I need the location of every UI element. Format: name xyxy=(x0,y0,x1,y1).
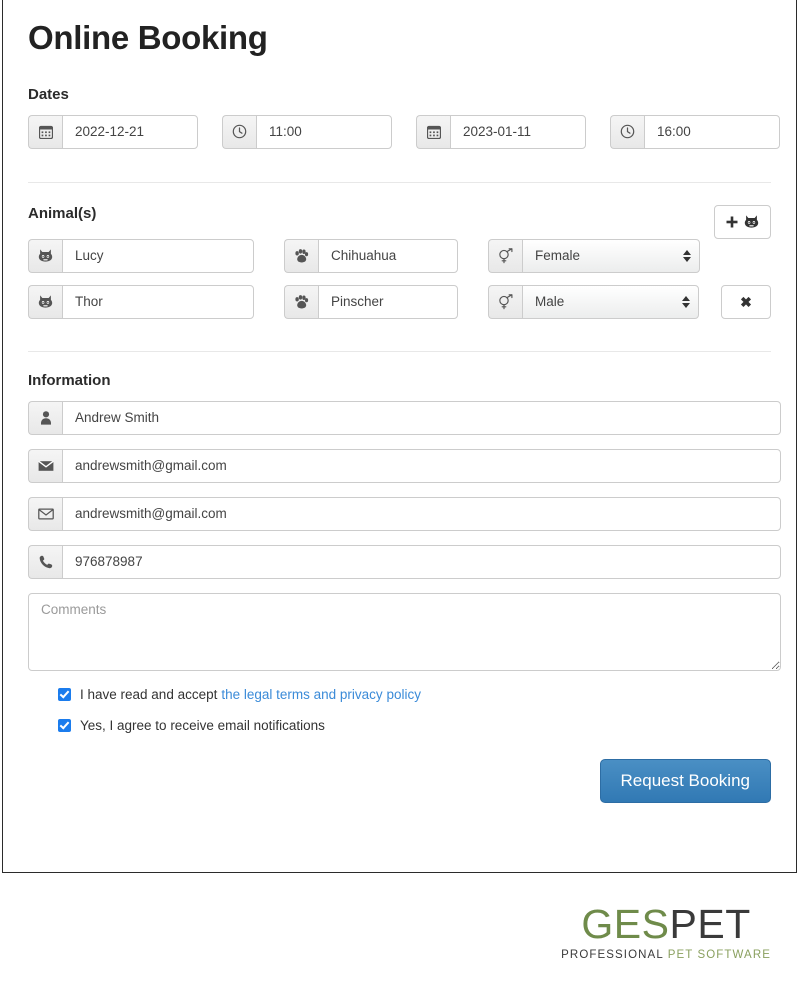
animals-header: Animal(s) xyxy=(28,204,771,239)
animal-name-group xyxy=(28,284,254,319)
booking-card: Online Booking Dates 2022-12-21 11:00 20… xyxy=(2,0,797,873)
start-time-group xyxy=(222,114,392,149)
phone-icon xyxy=(28,544,62,579)
customer-name-input[interactable] xyxy=(62,400,781,435)
logo-pet-text: PET xyxy=(669,900,751,947)
start-date-group xyxy=(28,114,198,149)
logo-tagline-professional: PROFESSIONAL xyxy=(561,948,664,961)
animal-gender-value: Male xyxy=(535,294,565,310)
request-booking-button[interactable]: Request Booking xyxy=(599,758,771,803)
email-notifications-label: Yes, I agree to receive email notificati… xyxy=(80,717,325,733)
end-time-group xyxy=(610,114,780,149)
envelope-filled-icon xyxy=(28,448,62,483)
calendar-icon xyxy=(28,114,62,149)
email-notifications-checkbox[interactable] xyxy=(58,718,71,732)
animal-rows: Female xyxy=(28,238,771,319)
submit-row: Request Booking xyxy=(28,733,771,803)
email-row xyxy=(28,448,781,483)
email-notifications-checkbox-row: Yes, I agree to receive email notificati… xyxy=(58,718,771,733)
calendar-icon xyxy=(416,114,450,149)
animal-breed-group xyxy=(284,284,458,319)
pet-face-icon xyxy=(28,284,62,319)
phone-row xyxy=(28,544,781,579)
email-confirm-group xyxy=(28,496,781,531)
logo-ges-text: GES xyxy=(581,900,670,947)
end-date-group xyxy=(416,114,586,149)
remove-animal-button[interactable]: ✖ xyxy=(721,284,771,319)
animal-breed-input[interactable] xyxy=(318,284,458,319)
legal-terms-checkbox-row: I have read and accept the legal terms a… xyxy=(58,687,771,702)
start-date-input[interactable] xyxy=(62,114,198,149)
envelope-outline-icon xyxy=(28,496,62,531)
customer-name-row xyxy=(28,400,781,435)
dates-section-label: Dates xyxy=(28,85,69,103)
clock-icon xyxy=(610,114,644,149)
information-section-label: Information xyxy=(28,371,111,389)
pet-face-icon xyxy=(28,238,62,273)
animal-breed-group xyxy=(284,238,458,273)
end-date-input[interactable] xyxy=(450,114,586,149)
clock-icon xyxy=(222,114,256,149)
spinner-arrows-icon xyxy=(682,295,690,308)
page-title: Online Booking xyxy=(28,19,268,56)
email-input[interactable] xyxy=(62,448,781,483)
animal-gender-group: Female xyxy=(488,238,700,273)
logo-tagline-petsoftware: PET SOFTWARE xyxy=(667,948,771,961)
legal-terms-link[interactable]: the legal terms and privacy policy xyxy=(221,687,421,702)
animal-name-input[interactable] xyxy=(62,238,254,273)
end-time-input[interactable] xyxy=(644,114,780,149)
animal-gender-value: Female xyxy=(535,248,581,264)
plus-icon xyxy=(726,216,738,228)
email-confirm-row xyxy=(28,496,781,531)
animal-gender-select[interactable]: Female xyxy=(522,238,700,273)
animal-gender-select[interactable]: Male xyxy=(522,284,699,319)
animal-gender-group: Male xyxy=(488,284,699,319)
paw-icon xyxy=(284,284,318,319)
spinner-arrows-icon xyxy=(682,249,691,262)
animal-breed-input[interactable] xyxy=(318,238,458,273)
booking-form: Online Booking Dates 2022-12-21 11:00 20… xyxy=(3,0,796,803)
phone-group xyxy=(28,544,781,579)
email-group xyxy=(28,448,781,483)
user-icon xyxy=(28,400,62,435)
close-icon: ✖ xyxy=(740,293,752,310)
animal-name-input[interactable] xyxy=(62,284,254,319)
logo-tagline: PROFESSIONAL PET SOFTWARE xyxy=(561,948,771,962)
venus-mars-icon xyxy=(488,238,522,273)
logo-wordmark: GESPET xyxy=(561,900,771,947)
start-time-input[interactable] xyxy=(256,114,392,149)
legal-terms-checkbox[interactable] xyxy=(58,687,71,701)
animal-row: Female xyxy=(28,238,771,273)
dates-row xyxy=(28,114,780,149)
gespet-logo: GESPET PROFESSIONAL PET SOFTWARE xyxy=(561,900,771,962)
add-animal-button[interactable] xyxy=(714,204,771,239)
pet-face-icon xyxy=(744,215,759,228)
animals-section-label: Animal(s) xyxy=(28,204,97,222)
paw-icon xyxy=(284,238,318,273)
comments-textarea[interactable] xyxy=(28,592,781,671)
animal-name-group xyxy=(28,238,254,273)
email-confirm-input[interactable] xyxy=(62,496,781,531)
animal-row: Male ✖ xyxy=(28,284,771,319)
legal-terms-label: I have read and accept xyxy=(80,686,218,702)
footer: GESPET PROFESSIONAL PET SOFTWARE xyxy=(0,873,799,992)
customer-name-group xyxy=(28,400,781,435)
venus-mars-icon xyxy=(488,284,522,319)
phone-input[interactable] xyxy=(62,544,781,579)
